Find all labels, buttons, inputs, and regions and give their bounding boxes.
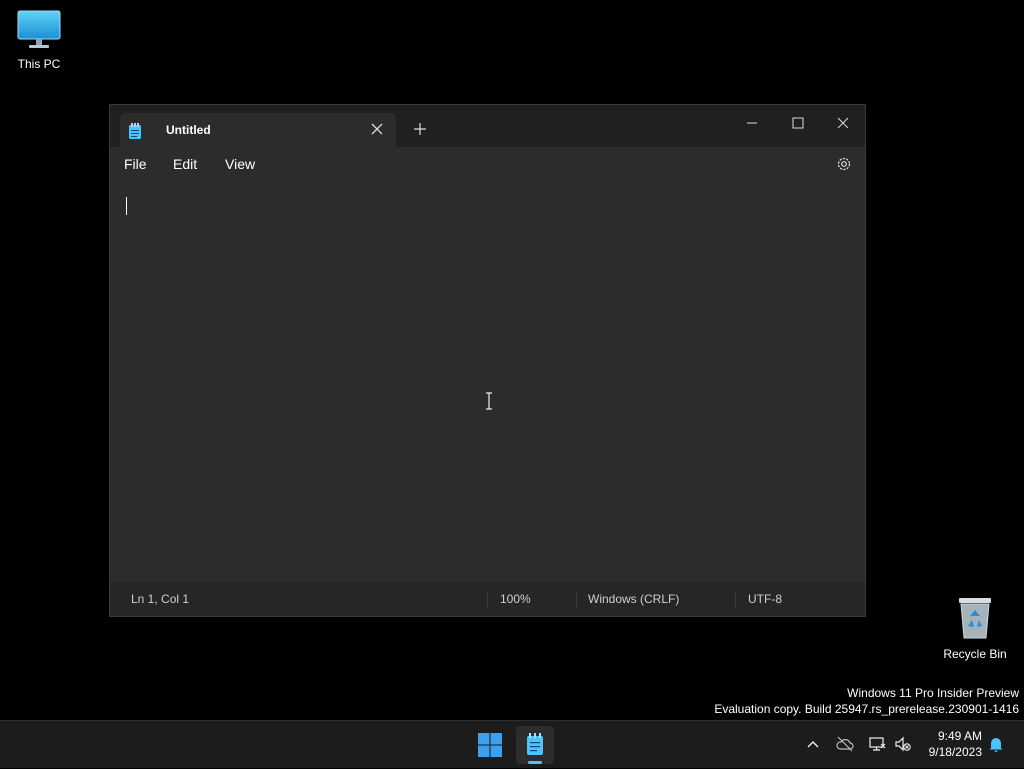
status-line-ending[interactable]: Windows (CRLF) bbox=[588, 592, 679, 606]
close-window-button[interactable] bbox=[821, 109, 865, 137]
status-cursor-position: Ln 1, Col 1 bbox=[131, 592, 190, 606]
status-divider bbox=[735, 592, 736, 608]
gear-icon[interactable] bbox=[835, 155, 853, 173]
system-clock[interactable]: 9:49 AM 9/18/2023 bbox=[918, 728, 982, 760]
desktop-icon-recycle-bin[interactable]: Recycle Bin bbox=[935, 596, 1015, 661]
menu-bar: File Edit View bbox=[110, 147, 865, 181]
status-bar: Ln 1, Col 1 100% Windows (CRLF) UTF-8 bbox=[110, 582, 865, 616]
minimize-button[interactable] bbox=[730, 109, 774, 137]
maximize-button[interactable] bbox=[775, 109, 819, 137]
bell-icon[interactable] bbox=[986, 734, 1006, 754]
taskbar-notepad-button[interactable] bbox=[516, 726, 554, 764]
chevron-up-icon[interactable] bbox=[803, 734, 823, 754]
network-icon[interactable] bbox=[867, 734, 887, 754]
ibeam-cursor-icon bbox=[486, 392, 492, 410]
cloud-off-icon[interactable] bbox=[835, 734, 855, 754]
maximize-icon bbox=[792, 117, 804, 129]
text-caret bbox=[126, 197, 127, 215]
evaluation-watermark: Windows 11 Pro Insider Preview Evaluatio… bbox=[714, 685, 1019, 717]
windows-start-icon bbox=[478, 733, 502, 757]
clock-date: 9/18/2023 bbox=[928, 745, 982, 759]
status-divider bbox=[576, 592, 577, 608]
watermark-build: Evaluation copy. Build 25947.rs_prerelea… bbox=[714, 702, 1019, 716]
notepad-window: Untitled File Edit View Ln 1, Col 1 100%… bbox=[109, 104, 866, 617]
status-divider bbox=[487, 592, 488, 608]
close-icon[interactable] bbox=[370, 122, 384, 136]
status-encoding[interactable]: UTF-8 bbox=[748, 592, 782, 606]
recycle-bin-icon bbox=[959, 598, 991, 639]
start-button[interactable] bbox=[471, 726, 509, 764]
status-zoom[interactable]: 100% bbox=[500, 592, 531, 606]
watermark-edition: Windows 11 Pro Insider Preview bbox=[847, 686, 1019, 700]
menu-view[interactable]: View bbox=[225, 156, 255, 172]
plus-icon[interactable] bbox=[412, 121, 428, 137]
notepad-icon bbox=[129, 123, 141, 139]
recycle-bin-label: Recycle Bin bbox=[943, 647, 1007, 661]
close-icon bbox=[837, 117, 849, 129]
clock-time: 9:49 AM bbox=[937, 729, 982, 743]
this-pc-label: This PC bbox=[17, 57, 61, 71]
desktop-icon-this-pc[interactable]: This PC bbox=[0, 10, 79, 71]
this-pc-icon bbox=[17, 10, 61, 48]
notepad-icon bbox=[527, 733, 543, 755]
menu-file[interactable]: File bbox=[124, 156, 147, 172]
tab-untitled[interactable]: Untitled bbox=[120, 113, 396, 147]
text-editor[interactable] bbox=[110, 181, 865, 586]
title-bar[interactable]: Untitled bbox=[110, 105, 865, 147]
taskbar: 9:49 AM 9/18/2023 bbox=[0, 720, 1024, 768]
menu-edit[interactable]: Edit bbox=[173, 156, 197, 172]
volume-muted-icon[interactable] bbox=[893, 734, 913, 754]
active-app-indicator bbox=[528, 761, 542, 764]
minimize-icon bbox=[747, 122, 757, 124]
tab-title: Untitled bbox=[166, 123, 211, 137]
